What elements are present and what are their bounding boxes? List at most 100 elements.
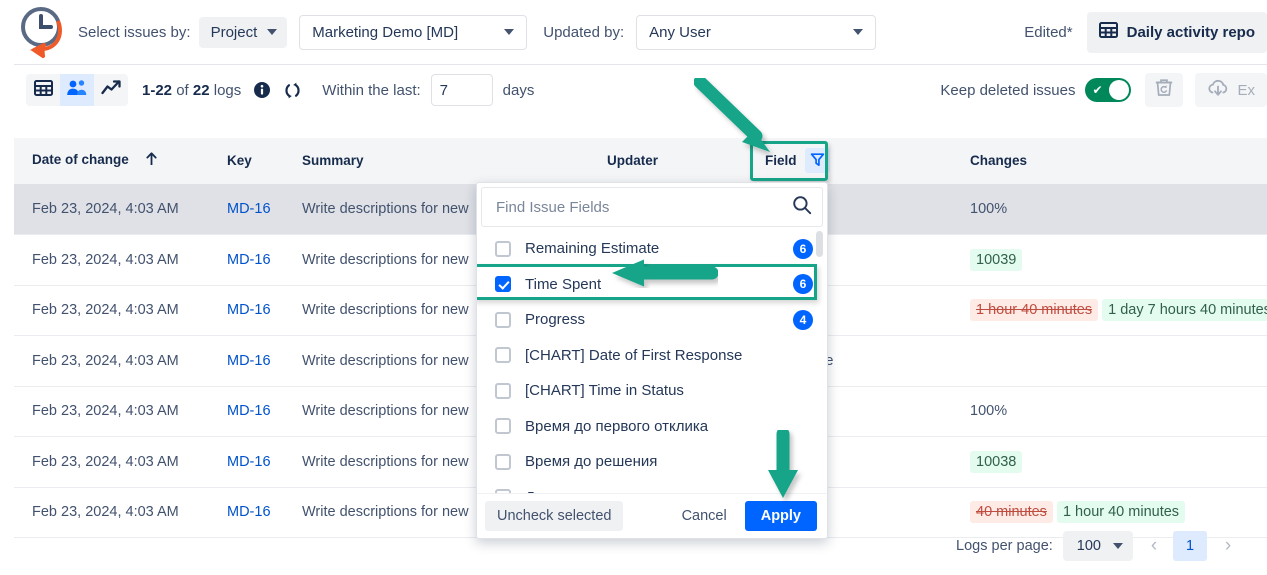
cell-date-text: Feb 23, 2024, 4:03 AM xyxy=(32,454,179,470)
field-option-checkbox[interactable] xyxy=(495,383,511,399)
grid-icon xyxy=(1099,21,1118,44)
refresh-icon[interactable] xyxy=(283,81,302,100)
field-option-count-badge: 6 xyxy=(793,274,813,294)
chevron-down-icon xyxy=(504,29,514,35)
field-option[interactable]: Время до решения xyxy=(477,444,827,480)
cell-summary-text: Write descriptions for new xyxy=(302,201,469,217)
report-selector-button[interactable]: Daily activity repo xyxy=(1087,12,1267,53)
project-select[interactable]: Marketing Demo [MD] xyxy=(299,15,527,50)
cell-key: MD-16 xyxy=(209,184,284,235)
people-icon xyxy=(66,79,88,102)
field-option-label: Remaining Estimate xyxy=(525,240,779,257)
cell-key: MD-16 xyxy=(209,437,284,488)
field-option[interactable]: Дата удовлетворения xyxy=(477,480,827,494)
change-new-value: 1 hour 40 minutes xyxy=(1057,501,1185,523)
search-icon[interactable] xyxy=(792,195,812,220)
cell-key-text[interactable]: MD-16 xyxy=(227,353,271,369)
column-header-updater[interactable]: Updater xyxy=(589,138,747,184)
field-option-checkbox[interactable] xyxy=(495,454,511,470)
cell-changes: 10039 xyxy=(952,235,1267,286)
chevron-down-icon xyxy=(853,29,863,35)
page-number-1[interactable]: 1 xyxy=(1173,531,1207,561)
cell-date: Feb 23, 2024, 4:03 AM xyxy=(14,285,209,336)
field-options-list[interactable]: Remaining Estimate6Time Spent6Progress4[… xyxy=(477,227,827,493)
field-option-checkbox[interactable] xyxy=(495,312,511,328)
column-header-date[interactable]: Date of change xyxy=(14,138,209,184)
logs-per-page-label: Logs per page: xyxy=(956,538,1053,554)
change-new-value: 10038 xyxy=(970,451,1022,473)
column-header-summary[interactable]: Summary xyxy=(284,138,589,184)
cell-date-text: Feb 23, 2024, 4:03 AM xyxy=(32,201,179,217)
cell-summary-text: Write descriptions for new xyxy=(302,302,469,318)
cell-date: Feb 23, 2024, 4:03 AM xyxy=(14,437,209,488)
toolbar: 1-22 of 22 logs Within the last: days Ke… xyxy=(0,64,1267,116)
field-filter-button[interactable] xyxy=(805,148,830,173)
next-page-button[interactable]: › xyxy=(1213,531,1243,561)
chevron-down-icon xyxy=(267,29,277,35)
change-new-value: 10039 xyxy=(970,249,1022,271)
cell-key: MD-16 xyxy=(209,386,284,437)
cancel-button[interactable]: Cancel xyxy=(672,501,737,531)
column-label-changes: Changes xyxy=(970,153,1027,168)
cell-key-text[interactable]: MD-16 xyxy=(227,302,271,318)
column-header-key[interactable]: Key xyxy=(209,138,284,184)
apply-button[interactable]: Apply xyxy=(745,501,817,531)
cell-key: MD-16 xyxy=(209,336,284,387)
days-input[interactable] xyxy=(431,74,493,106)
cell-date: Feb 23, 2024, 4:03 AM xyxy=(14,184,209,235)
field-option[interactable]: [CHART] Date of First Response xyxy=(477,338,827,374)
days-label: days xyxy=(503,82,535,99)
scope-select[interactable]: Project xyxy=(199,17,288,48)
cell-key-text[interactable]: MD-16 xyxy=(227,454,271,470)
cell-date: Feb 23, 2024, 4:03 AM xyxy=(14,336,209,387)
restore-deleted-button[interactable] xyxy=(1145,73,1183,107)
people-view-button[interactable] xyxy=(60,74,94,106)
field-option-label: Дата удовлетворения xyxy=(525,489,813,493)
field-option-label: Time Spent xyxy=(525,276,779,293)
project-select-value: Marketing Demo [MD] xyxy=(312,24,458,41)
keep-deleted-toggle[interactable]: ✔ xyxy=(1085,78,1131,102)
cell-date-text: Feb 23, 2024, 4:03 AM xyxy=(32,252,179,268)
cell-key-text[interactable]: MD-16 xyxy=(227,201,271,217)
column-header-field[interactable]: Field xyxy=(747,138,952,184)
pagination: Logs per page: 100 ‹ 1 › xyxy=(956,531,1243,561)
export-label: Ex xyxy=(1237,82,1255,99)
export-button[interactable]: Ex xyxy=(1195,73,1267,107)
dropdown-scrollbar[interactable] xyxy=(816,231,823,257)
chart-view-button[interactable] xyxy=(94,74,128,106)
logs-per-page-select[interactable]: 100 xyxy=(1063,531,1133,561)
info-icon[interactable] xyxy=(253,81,271,99)
field-option[interactable]: Remaining Estimate6 xyxy=(477,231,827,267)
arrow-up-icon[interactable] xyxy=(145,152,158,169)
updated-by-value: Any User xyxy=(649,24,711,41)
field-option-checkbox[interactable] xyxy=(495,276,511,292)
trash-restore-icon xyxy=(1155,78,1173,102)
field-option-checkbox[interactable] xyxy=(495,347,511,363)
cell-key-text[interactable]: MD-16 xyxy=(227,252,271,268)
cell-date-text: Feb 23, 2024, 4:03 AM xyxy=(32,353,179,369)
column-label-field: Field xyxy=(765,153,797,168)
field-option[interactable]: Time Spent 6 xyxy=(477,267,827,303)
uncheck-selected-button[interactable]: Uncheck selected xyxy=(485,501,623,531)
find-fields-search-box[interactable] xyxy=(481,187,823,227)
cell-date: Feb 23, 2024, 4:03 AM xyxy=(14,487,209,538)
field-option-checkbox[interactable] xyxy=(495,241,511,257)
column-header-changes[interactable]: Changes xyxy=(952,138,1267,184)
select-issues-label: Select issues by: xyxy=(78,24,191,41)
field-option[interactable]: Progress4 xyxy=(477,302,827,338)
cell-date: Feb 23, 2024, 4:03 AM xyxy=(14,386,209,437)
table-view-button[interactable] xyxy=(26,74,60,106)
prev-page-button[interactable]: ‹ xyxy=(1139,531,1169,561)
dropdown-footer: Uncheck selected Cancel Apply xyxy=(477,493,827,538)
cell-key-text[interactable]: MD-16 xyxy=(227,504,271,520)
updated-by-select[interactable]: Any User xyxy=(636,15,876,50)
field-option-checkbox[interactable] xyxy=(495,489,511,493)
field-option-label: Progress xyxy=(525,311,779,328)
cell-key-text[interactable]: MD-16 xyxy=(227,403,271,419)
logs-per-page-value: 100 xyxy=(1077,538,1101,554)
field-option-checkbox[interactable] xyxy=(495,418,511,434)
table-icon xyxy=(34,79,53,102)
search-input[interactable] xyxy=(494,198,792,217)
field-option[interactable]: Время до первого отклика xyxy=(477,409,827,445)
field-option[interactable]: [CHART] Time in Status xyxy=(477,373,827,409)
